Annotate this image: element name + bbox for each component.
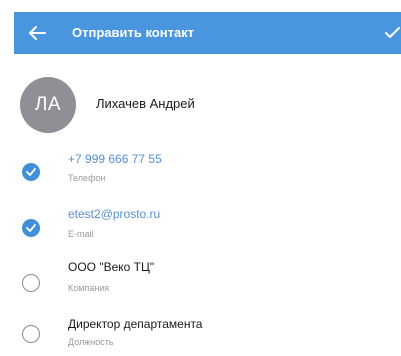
email-checkbox[interactable]: [22, 219, 40, 237]
checkmark-icon: [26, 224, 36, 232]
checkmark-icon: [26, 168, 36, 176]
phone-checkbox[interactable]: [22, 163, 40, 181]
email-value: etest2@prosto.ru: [68, 207, 161, 221]
field-row-email[interactable]: etest2@prosto.ru E-mail: [0, 202, 401, 252]
send-contact-screen: Отправить контакт ЛА Лихачев Андрей +7 9…: [0, 0, 401, 356]
company-value: ООО "Веко ТЦ": [68, 260, 155, 274]
field-row-position[interactable]: Директор департамента Должность: [0, 312, 401, 356]
field-row-company[interactable]: ООО "Веко ТЦ" Компания: [0, 257, 401, 307]
field-row-phone[interactable]: +7 999 666 77 55 Телефон: [0, 147, 401, 197]
arrow-left-icon: [29, 26, 46, 40]
position-checkbox[interactable]: [22, 325, 40, 343]
confirm-button[interactable]: [384, 18, 401, 48]
position-value: Директор департамента: [68, 317, 203, 331]
phone-value: +7 999 666 77 55: [68, 152, 162, 166]
check-icon: [385, 27, 400, 38]
company-checkbox[interactable]: [22, 274, 40, 292]
company-label: Компания: [68, 283, 110, 293]
contact-name: Лихачев Андрей: [96, 96, 195, 111]
email-label: E-mail: [68, 229, 94, 239]
position-label: Должность: [68, 337, 114, 347]
page-title: Отправить контакт: [72, 25, 195, 40]
avatar: ЛА: [20, 77, 76, 133]
header-bar: Отправить контакт: [14, 12, 401, 54]
phone-label: Телефон: [68, 173, 106, 183]
back-button[interactable]: [22, 18, 52, 48]
